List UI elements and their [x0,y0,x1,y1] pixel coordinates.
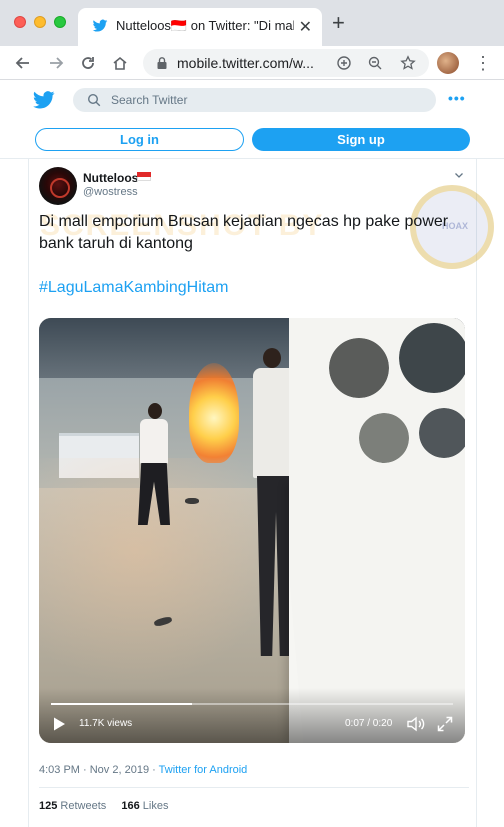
search-icon [87,93,101,107]
tab-title: Nutteloos🇮🇩 on Twitter: "Di mall [116,18,294,33]
window-zoom-button[interactable] [54,16,66,28]
tab-close-icon[interactable]: ✕ [299,17,312,37]
back-button[interactable] [12,52,34,74]
retweets-label: Retweets [57,800,107,812]
author-display-name[interactable]: Nutteloos [83,171,138,185]
arrow-right-icon [50,57,64,69]
tweet-stats: 125 Retweets 166 Likes [39,800,168,812]
header-divider [0,158,504,159]
hashtag-link[interactable]: #LaguLamaKambingHitam [39,279,228,297]
login-button[interactable]: Log in [35,128,244,151]
forward-button[interactable] [45,52,67,74]
retweets-count: 125 [39,800,58,812]
fullscreen-icon[interactable] [437,716,453,732]
browser-titlebar: Nutteloos🇮🇩 on Twitter: "Di mall ✕ + [0,0,504,46]
twitter-logo-icon[interactable] [33,91,55,109]
twitter-bird-icon [92,19,108,32]
kebab-icon[interactable]: ⋮ [474,52,492,74]
play-icon[interactable] [51,716,67,732]
video-frame-shoe [185,498,199,504]
star-icon[interactable] [398,53,418,73]
twitter-page: Search Twitter ••• Log in Sign up SCREEN… [0,81,504,827]
zoom-icon[interactable] [365,53,385,73]
address-bar[interactable]: mobile.twitter.com/w... [143,49,429,77]
tweet-meta: 4:03 PM · Nov 2, 2019 · Twitter for Andr… [39,764,247,776]
indonesia-flag-icon [137,172,151,181]
video-progress-fill [51,703,192,705]
lock-icon [157,57,167,69]
tweet-text: Di mall emporium Brusan kejadian ngecas … [39,213,449,252]
arrow-left-icon [15,57,29,69]
tweet-timestamp[interactable]: 4:03 PM · Nov 2, 2019 · [39,764,159,776]
video-frame-decorative-panel [289,318,465,743]
browser-toolbar: mobile.twitter.com/w... [0,46,504,80]
meta-divider [39,787,469,788]
video-view-count: 11.7K views [79,718,133,729]
tweet-source-link[interactable]: Twitter for Android [159,764,248,776]
video-frame-fire [189,363,239,463]
new-tab-button[interactable]: + [332,11,345,35]
signup-button[interactable]: Sign up [252,128,470,151]
home-button[interactable] [109,52,131,74]
video-controls: 11.7K views 0:07 / 0:20 [39,688,465,743]
browser-tab[interactable]: Nutteloos🇮🇩 on Twitter: "Di mall ✕ [78,8,322,46]
plus-circle-icon[interactable] [334,53,354,73]
home-icon [113,56,127,70]
window-minimize-button[interactable] [34,16,46,28]
chevron-down-icon[interactable] [454,169,464,183]
author-avatar[interactable] [39,167,77,205]
reload-icon [82,57,94,69]
video-frame-person [134,403,174,528]
reload-button[interactable] [77,52,99,74]
likes-count: 166 [121,800,140,812]
volume-icon[interactable] [407,716,425,732]
likes-label: Likes [139,800,169,812]
url-text: mobile.twitter.com/w... [177,55,314,71]
window-close-button[interactable] [14,16,26,28]
more-options-icon[interactable]: ••• [448,90,466,106]
author-handle[interactable]: @wostress [83,186,138,198]
search-input[interactable]: Search Twitter [73,88,436,112]
column-border-left [28,158,29,827]
profile-avatar[interactable] [437,52,459,74]
likes-stat[interactable]: 166 Likes [121,800,168,812]
video-player[interactable]: 11.7K views 0:07 / 0:20 [39,318,465,743]
retweets-stat[interactable]: 125 Retweets [39,800,106,812]
search-placeholder: Search Twitter [111,93,188,107]
video-time: 0:07 / 0:20 [345,718,393,729]
video-progress-bar[interactable] [51,703,453,705]
